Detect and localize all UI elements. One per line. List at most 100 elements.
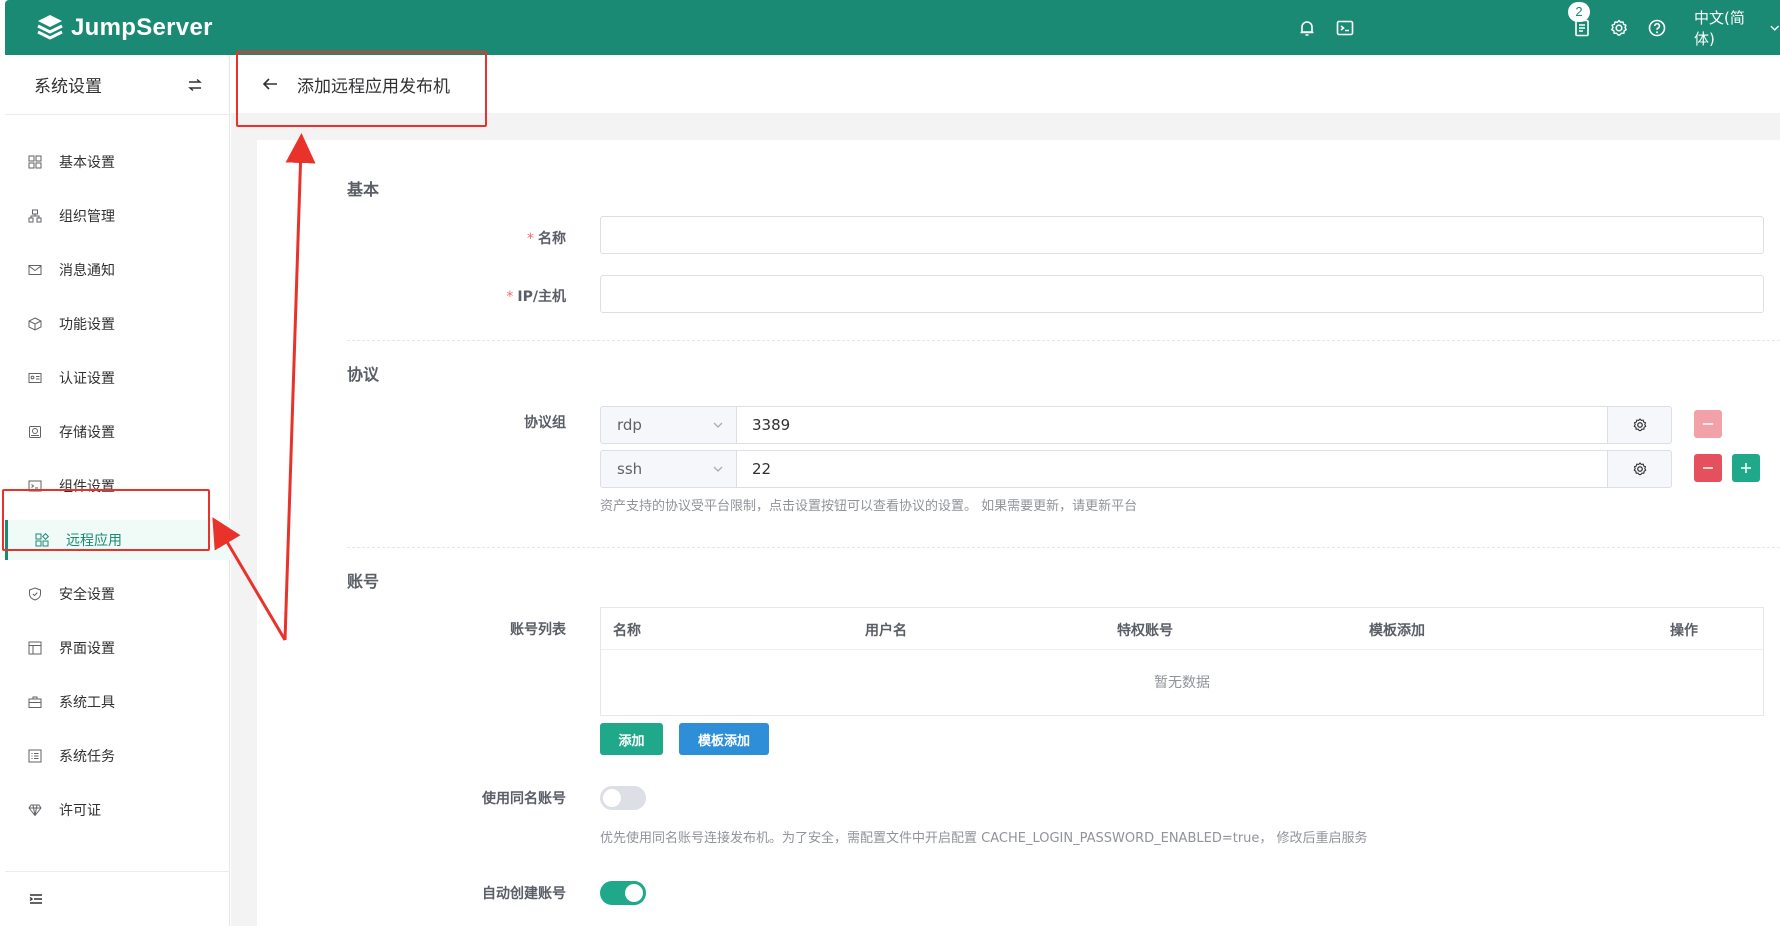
- sidebar-item-label: 认证设置: [59, 371, 115, 387]
- protocol-select-value: rdp: [617, 416, 642, 434]
- template-add-button[interactable]: 模板添加: [679, 723, 769, 755]
- sidebar-item-label: 组织管理: [59, 209, 115, 225]
- bell-icon[interactable]: [1295, 16, 1319, 40]
- sidebar-item-feature-settings[interactable]: 功能设置: [5, 304, 230, 344]
- sidebar-item-label: 远程应用: [66, 533, 122, 549]
- brand-name: JumpServer: [71, 14, 213, 41]
- auto-create-account-switch[interactable]: [600, 881, 646, 905]
- toolbox-icon: [27, 694, 43, 710]
- task-count-badge: 2: [1568, 2, 1590, 22]
- gear-icon: [1633, 462, 1646, 476]
- section-title-basic: 基本: [347, 180, 380, 199]
- column-header-template-add: 模板添加: [1369, 623, 1425, 639]
- apps-icon: [34, 532, 50, 548]
- storage-icon: [27, 424, 43, 440]
- minus-icon: [1703, 467, 1713, 469]
- same-name-account-label: 使用同名账号: [482, 791, 566, 807]
- help-icon[interactable]: [1645, 16, 1669, 40]
- switch-knob: [625, 884, 643, 902]
- minus-icon: [1703, 423, 1713, 425]
- required-asterisk: *: [527, 231, 534, 247]
- sidebar: 系统设置 基本设置 组织管理 消息通知 功能设置 认证设置 存储设置 组件设置 …: [5, 55, 230, 926]
- protocol-row-ssh: ssh 22: [600, 450, 1672, 488]
- grid-icon: [27, 154, 43, 170]
- sidebar-item-component-settings[interactable]: 组件设置: [5, 466, 230, 506]
- switch-knob: [603, 789, 621, 807]
- column-header-name: 名称: [613, 623, 641, 639]
- sidebar-item-security-settings[interactable]: 安全设置: [5, 574, 230, 614]
- license-icon: [27, 802, 43, 818]
- table-empty-text: 暂无数据: [1154, 675, 1210, 691]
- name-input[interactable]: [600, 216, 1764, 254]
- add-protocol-button[interactable]: [1732, 454, 1760, 482]
- remove-protocol-button[interactable]: [1694, 410, 1722, 438]
- protocol-help-text: 资产支持的协议受平台限制，点击设置按钮可以查看协议的设置。 如果需要更新，请更新…: [600, 499, 1138, 514]
- protocol-settings-button[interactable]: [1608, 406, 1672, 444]
- web-terminal-icon[interactable]: [1333, 16, 1357, 40]
- back-arrow-icon[interactable]: [261, 75, 279, 93]
- chevron-down-icon: [713, 466, 723, 472]
- shield-icon: [27, 586, 43, 602]
- cube-icon: [27, 316, 43, 332]
- switch-view-icon[interactable]: [187, 77, 203, 93]
- sidebar-item-label: 存储设置: [59, 425, 115, 441]
- name-label: * 名称: [527, 231, 566, 247]
- chevron-down-icon: [713, 422, 723, 428]
- sidebar-item-org-management[interactable]: 组织管理: [5, 196, 230, 236]
- task-list-icon: [27, 748, 43, 764]
- sidebar-item-label: 系统工具: [59, 695, 115, 711]
- section-divider: [347, 340, 1780, 341]
- column-header-privileged: 特权账号: [1117, 623, 1173, 639]
- port-input[interactable]: 22: [736, 450, 1608, 488]
- id-card-icon: [27, 370, 43, 386]
- language-label: 中文(简体): [1694, 9, 1745, 48]
- sidebar-item-system-tools[interactable]: 系统工具: [5, 682, 230, 722]
- layout-icon: [27, 640, 43, 656]
- same-name-account-switch[interactable]: [600, 786, 646, 810]
- sidebar-item-basic-settings[interactable]: 基本设置: [5, 142, 230, 182]
- ip-host-label: * IP/主机: [506, 289, 566, 305]
- jumpserver-logo-icon: [37, 15, 63, 40]
- sidebar-title: 系统设置: [34, 77, 102, 97]
- ip-host-input[interactable]: [600, 275, 1764, 313]
- remove-protocol-button[interactable]: [1694, 454, 1722, 482]
- sidebar-item-system-tasks[interactable]: 系统任务: [5, 736, 230, 776]
- protocol-select-value: ssh: [617, 460, 643, 478]
- sidebar-item-label: 功能设置: [59, 317, 115, 333]
- protocol-select[interactable]: ssh: [600, 450, 736, 488]
- chevron-down-icon: [1769, 25, 1779, 31]
- org-tree-icon: [27, 208, 43, 224]
- protocol-settings-button[interactable]: [1608, 450, 1672, 488]
- sidebar-item-notifications[interactable]: 消息通知: [5, 250, 230, 290]
- sidebar-item-storage-settings[interactable]: 存储设置: [5, 412, 230, 452]
- sidebar-item-label: 消息通知: [59, 263, 115, 279]
- sidebar-item-interface-settings[interactable]: 界面设置: [5, 628, 230, 668]
- page-title: 添加远程应用发布机: [297, 76, 450, 97]
- protocol-select[interactable]: rdp: [600, 406, 736, 444]
- port-input[interactable]: 3389: [736, 406, 1608, 444]
- add-account-button[interactable]: 添加: [600, 723, 663, 755]
- column-header-actions: 操作: [1670, 623, 1698, 639]
- settings-gear-icon[interactable]: [1607, 16, 1631, 40]
- page-header: 添加远程应用发布机: [231, 55, 1780, 113]
- section-title-protocol: 协议: [347, 365, 380, 384]
- sidebar-item-label: 界面设置: [59, 641, 115, 657]
- top-navbar: JumpServer 2 中文(简体): [5, 0, 1780, 55]
- sidebar-item-remote-apps[interactable]: 远程应用: [5, 520, 230, 560]
- auto-create-account-label: 自动创建账号: [482, 886, 566, 902]
- same-name-help-text: 优先使用同名账号连接发布机。为了安全，需配置文件中开启配置 CACHE_LOGI…: [600, 831, 1368, 846]
- sidebar-header: 系统设置: [5, 55, 229, 115]
- account-table: 名称 用户名 特权账号 模板添加 操作 暂无数据: [600, 607, 1764, 716]
- logo[interactable]: JumpServer: [35, 12, 213, 44]
- plus-icon: [1741, 463, 1751, 473]
- sidebar-item-auth-settings[interactable]: 认证设置: [5, 358, 230, 398]
- section-divider: [347, 547, 1780, 548]
- sidebar-item-license[interactable]: 许可证: [5, 790, 230, 830]
- language-switcher[interactable]: 中文(简体): [1694, 9, 1780, 48]
- collapse-menu-icon[interactable]: [29, 892, 43, 906]
- gear-icon: [1633, 418, 1646, 432]
- table-header: 名称 用户名 特权账号 模板添加 操作: [601, 608, 1763, 650]
- section-title-account: 账号: [347, 572, 380, 591]
- protocol-group-label: 协议组: [524, 415, 566, 431]
- protocol-row-rdp: rdp 3389: [600, 406, 1672, 444]
